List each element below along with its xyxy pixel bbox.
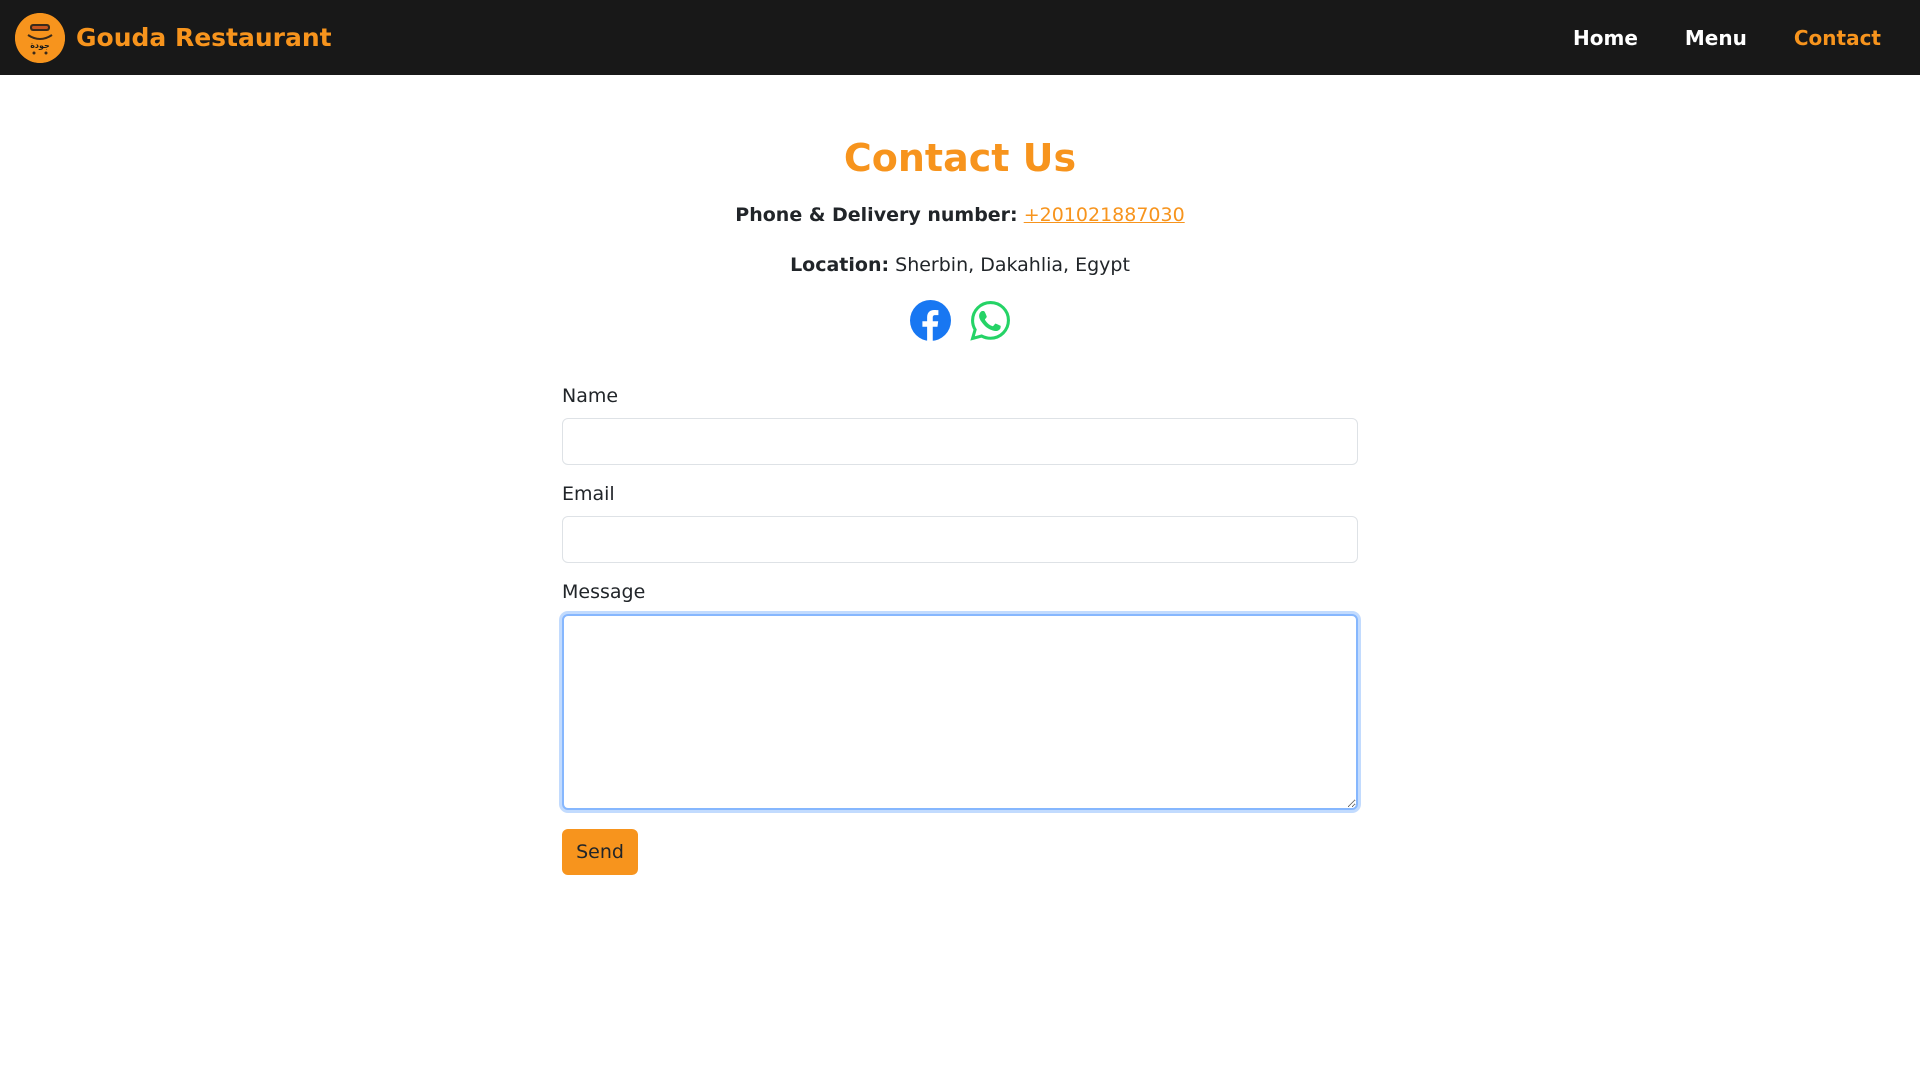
- phone-info: Phone & Delivery number: +201021887030: [562, 202, 1358, 228]
- nav-link-menu[interactable]: Menu: [1685, 26, 1747, 50]
- email-label: Email: [562, 483, 615, 505]
- location-info: Location: Sherbin, Dakahlia, Egypt: [562, 252, 1358, 278]
- phone-link[interactable]: +201021887030: [1024, 204, 1185, 226]
- name-input[interactable]: [562, 418, 1358, 465]
- contact-form: Name Email Message Send: [562, 384, 1358, 875]
- location-value: Sherbin, Dakahlia, Egypt: [895, 254, 1130, 276]
- facebook-icon[interactable]: [909, 300, 951, 341]
- brand-link[interactable]: جودة Gouda Restaurant: [15, 12, 332, 63]
- phone-label: Phone & Delivery number:: [735, 204, 1018, 226]
- send-button[interactable]: Send: [562, 829, 638, 875]
- location-label: Location:: [790, 254, 890, 276]
- svg-text:جودة: جودة: [30, 41, 50, 50]
- whatsapp-icon[interactable]: [969, 300, 1011, 341]
- email-group: Email: [562, 482, 1358, 563]
- restaurant-logo-icon: جودة: [15, 12, 65, 63]
- message-label: Message: [562, 581, 646, 603]
- message-textarea[interactable]: [562, 614, 1358, 810]
- navbar: جودة Gouda Restaurant Home Menu Contact: [0, 0, 1920, 75]
- message-group: Message: [562, 580, 1358, 810]
- social-links: [562, 300, 1358, 341]
- name-group: Name: [562, 384, 1358, 465]
- nav-link-home[interactable]: Home: [1573, 26, 1638, 50]
- email-input[interactable]: [562, 516, 1358, 563]
- contact-section: Contact Us Phone & Delivery number: +201…: [562, 75, 1358, 875]
- nav-links: Home Menu Contact: [1526, 26, 1881, 50]
- brand-name: Gouda Restaurant: [76, 23, 332, 52]
- name-label: Name: [562, 385, 619, 407]
- nav-link-contact[interactable]: Contact: [1794, 26, 1881, 50]
- page-title: Contact Us: [843, 136, 1077, 180]
